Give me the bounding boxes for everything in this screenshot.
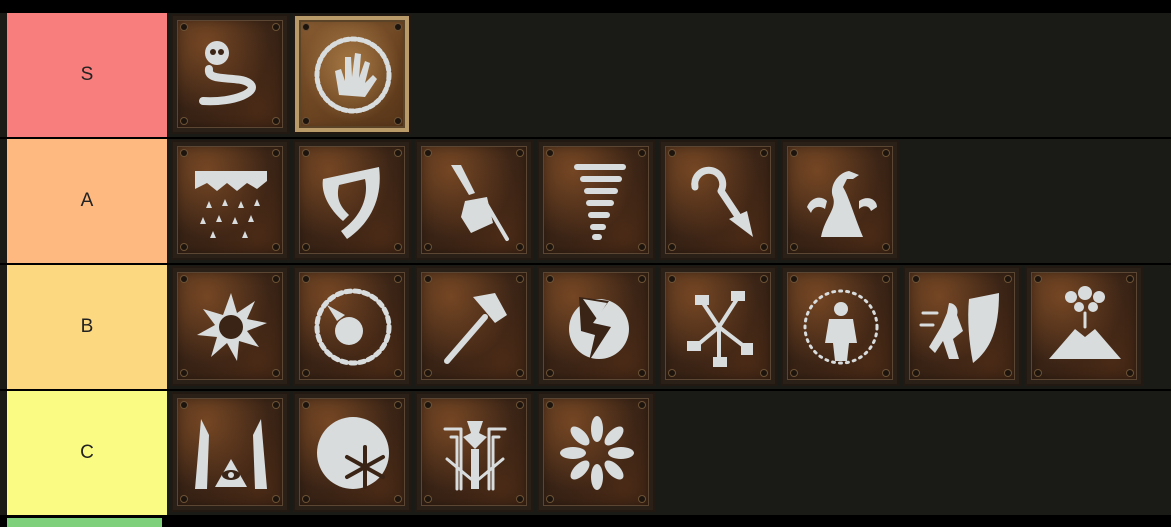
lightning-orb-icon[interactable] (537, 266, 655, 386)
volcano-icon[interactable] (1025, 266, 1143, 386)
hammer-icon[interactable] (415, 266, 533, 386)
tier-label-text: S (80, 64, 94, 85)
poison-skull-wisp-icon[interactable] (171, 14, 289, 134)
tier-row-s: S (0, 13, 1171, 137)
black-sun-icon[interactable] (171, 266, 289, 386)
dragon-hydra-icon[interactable] (781, 140, 899, 260)
tier-list: S A B C (0, 0, 1171, 527)
tier-label-c: C (7, 391, 167, 515)
leap-arrow-icon[interactable] (659, 140, 777, 260)
tier-row-a: A (0, 139, 1171, 263)
fire-orb-icon[interactable] (293, 266, 411, 386)
tier-row-b: B (0, 265, 1171, 389)
rune-totem-icon[interactable] (415, 392, 533, 512)
next-tier-strip (7, 518, 162, 527)
ice-shards-rain-icon[interactable] (171, 140, 289, 260)
seeing-eye-trees-icon[interactable] (171, 392, 289, 512)
tier-label-b: B (7, 265, 167, 389)
shield-charge-icon[interactable] (903, 266, 1021, 386)
flaming-hand-icon[interactable] (293, 14, 411, 134)
radiant-figure-icon[interactable] (781, 266, 899, 386)
tier-items-b (167, 265, 1171, 389)
tier-label-a: A (7, 139, 167, 263)
tier-items-s (167, 13, 1171, 137)
petal-burst-icon[interactable] (537, 392, 655, 512)
tier-items-c (167, 391, 1171, 515)
hammer-lightning-strike-icon[interactable] (415, 140, 533, 260)
tier-items-a (167, 139, 1171, 263)
tier-row-c: C (0, 391, 1171, 515)
claw-shield-icon[interactable] (293, 140, 411, 260)
tier-label-text: C (80, 442, 94, 463)
tornado-icon[interactable] (537, 140, 655, 260)
tier-label-text: B (80, 316, 94, 337)
frost-orb-icon[interactable] (293, 392, 411, 512)
tier-label-text: A (80, 190, 94, 211)
scattered-hammers-icon[interactable] (659, 266, 777, 386)
tier-label-s: S (7, 13, 167, 137)
